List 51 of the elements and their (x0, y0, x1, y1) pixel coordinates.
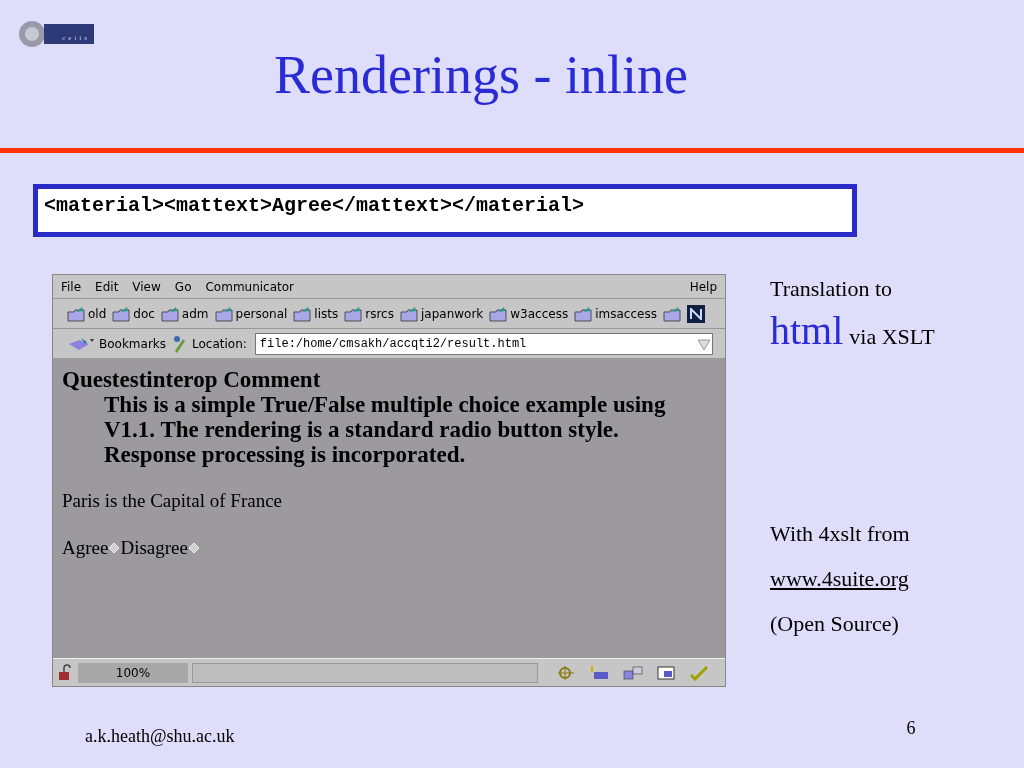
bookmark-button[interactable]: lists (293, 304, 339, 323)
bookmark-book-icon (67, 335, 95, 352)
radio-button[interactable] (108, 541, 121, 554)
menu-item[interactable]: View (132, 277, 161, 296)
bookmark-button[interactable]: old (67, 304, 107, 323)
question-text: Paris is the Capital of France (62, 489, 284, 513)
folder-icon (67, 305, 85, 322)
zoom-level: 100% (78, 662, 188, 683)
bookmark-button[interactable]: japanwork (399, 304, 484, 323)
address-card-icon[interactable] (656, 664, 676, 681)
folder-icon (293, 305, 312, 322)
side-text: Translation to (770, 275, 894, 303)
folder-icon (489, 305, 508, 322)
author-email: a.k.heath@shu.ac.uk (85, 725, 235, 748)
bookmark-button[interactable]: adm (160, 304, 209, 323)
location-field[interactable]: file:/home/cmsakh/accqti2/result.html (254, 332, 713, 355)
option-label: Agree (62, 535, 109, 560)
folder-icon (399, 305, 418, 322)
bookmarks-button[interactable]: Bookmarks (67, 334, 167, 353)
bookmark-button[interactable]: imsaccess (574, 304, 657, 323)
radio-button[interactable] (187, 541, 200, 554)
location-label: Location: (192, 335, 247, 353)
bookmark-button[interactable]: personal (214, 304, 288, 323)
code-text: <material><mattext>Agree</mattext></material> (44, 194, 585, 217)
website-link[interactable]: www.4suite.org (770, 562, 935, 595)
folder-icon (112, 305, 131, 322)
menu-item[interactable]: Go (174, 277, 192, 296)
folder-icon (344, 305, 363, 322)
option-label: Disagree (120, 535, 188, 560)
folder-icon (214, 305, 233, 322)
page-number: 6 (906, 717, 916, 740)
comment-text: This is a simple True/False multiple choice example using V1.1. The rendering is a standard radio button style. Response processing is incorporated. (103, 392, 667, 467)
folder-icon (662, 305, 681, 322)
folder-icon (574, 305, 593, 322)
folder-icon (160, 305, 179, 322)
chat-icon[interactable] (622, 664, 644, 681)
padlock-icon[interactable] (56, 663, 74, 682)
bookmark-button[interactable]: rsrcs (344, 304, 394, 323)
browser-logo-icon[interactable] (686, 304, 705, 323)
menu-item[interactable]: Communicator (205, 277, 295, 296)
pen-icon[interactable] (688, 664, 710, 681)
side-text: (Open Source) (770, 610, 900, 638)
menu-item[interactable]: Edit (95, 277, 119, 296)
side-text: With 4xslt from (770, 520, 911, 548)
comment-heading: Questestinterop Comment (62, 367, 322, 392)
bookmark-button[interactable]: w3access (489, 304, 569, 323)
menu-item[interactable]: Help (689, 277, 717, 296)
html-label: html (770, 311, 844, 351)
side-text: via XSLT (849, 323, 935, 351)
menu-item[interactable]: File (61, 277, 82, 296)
bookmark-button[interactable]: doc (112, 304, 155, 323)
